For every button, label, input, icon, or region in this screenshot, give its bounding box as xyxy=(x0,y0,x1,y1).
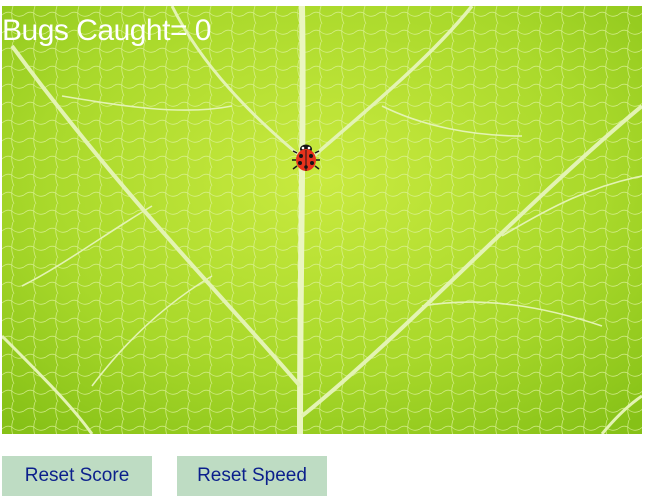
ladybug-icon[interactable] xyxy=(292,143,320,173)
reset-score-button[interactable]: Reset Score xyxy=(2,456,152,496)
leaf-background xyxy=(2,6,642,434)
score-counter: Bugs Caught= 0 xyxy=(2,14,212,47)
reset-speed-button[interactable]: Reset Speed xyxy=(177,456,327,496)
game-canvas[interactable] xyxy=(2,6,642,434)
